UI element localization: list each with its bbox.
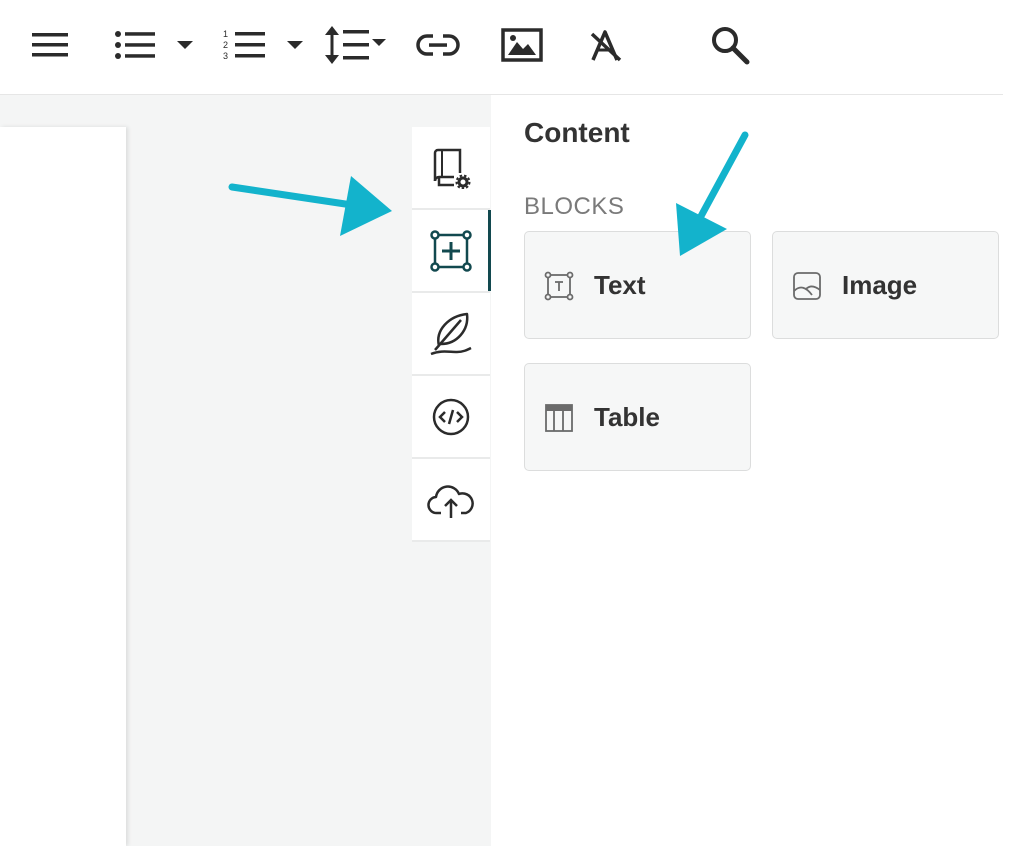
tab-book-settings[interactable] [412, 127, 490, 210]
tab-feather[interactable] [412, 293, 490, 376]
document-page[interactable] [0, 127, 126, 846]
table-block-icon [545, 404, 573, 432]
insert-image-button[interactable] [498, 20, 546, 70]
clear-format-button[interactable] [584, 20, 628, 70]
sidebar-tabs [412, 127, 491, 542]
tab-code[interactable] [412, 376, 490, 459]
image-block-icon [793, 272, 821, 300]
svg-text:3: 3 [223, 51, 228, 61]
image-block-label: Image [842, 270, 918, 300]
image-icon [501, 28, 543, 62]
editor-toolbar: 1 2 3 [0, 0, 1003, 95]
text-block-button[interactable]: Text [524, 231, 751, 339]
table-block-label: Table [594, 402, 660, 432]
svg-text:1: 1 [223, 29, 228, 39]
search-icon [712, 27, 750, 65]
numbered-list-button[interactable]: 1 2 3 [220, 20, 268, 70]
tab-cloud-upload[interactable] [412, 459, 490, 542]
align-icon [32, 33, 68, 57]
line-height-icon [325, 26, 386, 64]
numbered-list-dropdown[interactable] [284, 20, 306, 70]
table-block-button[interactable]: Table [524, 363, 751, 471]
cloud-upload-icon [427, 484, 474, 518]
bulleted-list-icon [115, 31, 155, 59]
add-block-icon [430, 229, 472, 272]
link-button[interactable] [414, 20, 462, 70]
image-block-button[interactable]: Image [772, 231, 999, 339]
search-button[interactable] [706, 20, 754, 70]
line-height-button[interactable] [322, 20, 390, 70]
text-block-icon [544, 271, 574, 301]
text-block-label: Text [594, 270, 646, 300]
tab-add-block[interactable] [412, 210, 491, 293]
book-settings-icon [433, 148, 471, 189]
link-icon [416, 34, 460, 56]
bulleted-list-button[interactable] [110, 20, 158, 70]
numbered-list-dropdown-icon [287, 41, 303, 49]
svg-text:2: 2 [223, 40, 228, 50]
numbered-list-icon: 1 2 3 [223, 29, 265, 61]
align-button[interactable] [28, 20, 72, 70]
content-panel: Content BLOCKS Text Image Table [491, 95, 1016, 846]
clear-format-icon [590, 30, 622, 62]
blocks-section-label: BLOCKS [524, 193, 625, 220]
bulleted-list-dropdown-icon [177, 41, 193, 49]
bulleted-list-dropdown[interactable] [174, 20, 196, 70]
panel-title: Content [524, 117, 630, 148]
code-icon [432, 398, 470, 435]
feather-icon [430, 312, 472, 355]
